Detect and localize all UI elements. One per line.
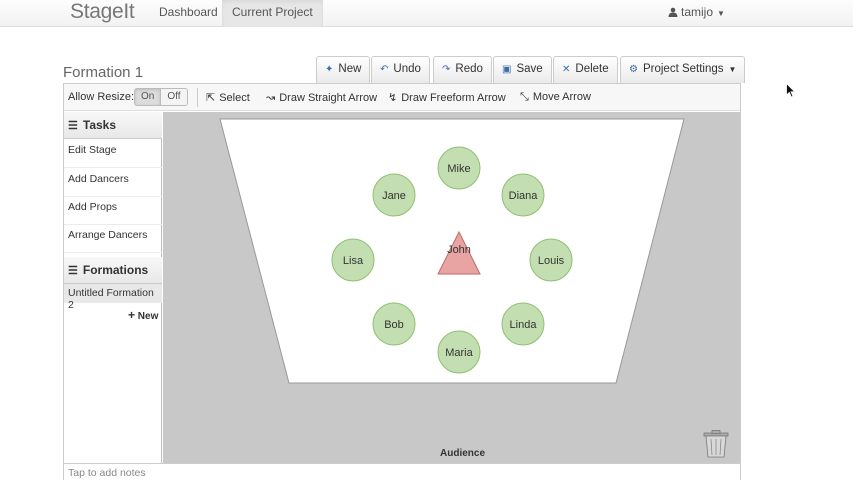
dancer-maria[interactable]: Maria: [437, 330, 481, 374]
dancer-name: Linda: [510, 319, 538, 331]
save-icon: ▣: [502, 64, 512, 75]
save-button[interactable]: ▣ Save: [493, 56, 552, 83]
task-add-dancers[interactable]: Add Dancers: [64, 169, 162, 197]
freeform-arrow-icon: ↯: [388, 92, 398, 104]
move-arrow-tool[interactable]: ⤡ Move Arrow: [520, 91, 591, 104]
tasks-header: ☰ Tasks: [64, 112, 162, 139]
dancer-diana[interactable]: Diana: [501, 173, 545, 217]
move-arrow-icon: ⤡: [520, 91, 529, 103]
select-label: Select: [219, 92, 250, 104]
user-name: tamijo: [681, 5, 714, 19]
notes-field[interactable]: Tap to add notes: [64, 463, 740, 480]
tasks-header-label: Tasks: [82, 118, 117, 132]
dancer-name: Jane: [382, 190, 406, 202]
user-icon: [668, 7, 678, 17]
toolbar-divider: [197, 88, 198, 107]
task-add-props[interactable]: Add Props: [64, 197, 162, 225]
redo-button[interactable]: ↷ Redo: [433, 56, 492, 83]
delete-label: Delete: [575, 63, 609, 75]
dancer-bob[interactable]: Bob: [372, 302, 416, 346]
editor-panel: Allow Resize: On Off ⇱ Select ↝ Draw Strai…: [63, 83, 741, 480]
chevron-down-icon: ▼: [728, 65, 737, 74]
allow-resize-label: Allow Resize:: [68, 91, 135, 103]
formations-header: ☰ Formations: [64, 257, 162, 284]
user-menu[interactable]: tamijo ▼: [668, 0, 725, 24]
select-tool[interactable]: ⇱ Select: [206, 91, 250, 104]
plus-icon: +: [128, 308, 136, 322]
navbar: StageIt Dashboard Current Project tamijo…: [0, 0, 853, 27]
formation-item[interactable]: Untitled Formation 2: [64, 284, 162, 311]
plus-icon: ✦: [325, 64, 334, 75]
task-arrange-dancers[interactable]: Arrange Dancers: [64, 225, 162, 253]
straight-arrow-icon: ↝: [266, 92, 276, 104]
formation-title[interactable]: Formation 1: [63, 64, 143, 81]
audience-label: Audience: [440, 448, 486, 459]
brand-logo[interactable]: StageIt: [70, 0, 135, 24]
resize-toggle[interactable]: On Off: [134, 88, 188, 106]
dancer-name: Mike: [447, 163, 470, 175]
chevron-down-icon: ▼: [717, 9, 725, 18]
list-icon: ☰: [68, 120, 78, 132]
nav-current-project[interactable]: Current Project: [222, 0, 323, 27]
gear-icon: ⚙: [629, 64, 638, 75]
stage-area[interactable]: Mike Jane Diana Lisa John Louis Bob Linda Maria …: [163, 112, 740, 463]
straight-arrow-label: Draw Straight Arrow: [279, 92, 378, 104]
close-icon: ✕: [562, 64, 571, 75]
new-button[interactable]: ✦ New: [316, 56, 371, 83]
dancer-name: Maria: [445, 347, 473, 359]
undo-icon: ↶: [380, 64, 389, 75]
dancer-linda[interactable]: Linda: [501, 302, 545, 346]
formations-header-label: Formations: [82, 263, 149, 277]
dancer-mike[interactable]: Mike: [437, 146, 481, 190]
dancer-lisa[interactable]: Lisa: [331, 238, 375, 282]
mouse-cursor-icon: [786, 83, 796, 98]
dancer-jane[interactable]: Jane: [372, 173, 416, 217]
list-icon: ☰: [68, 265, 78, 277]
sidebar: ☰ Tasks Edit Stage Add Dancers Add Props …: [64, 112, 162, 463]
settings-label: Project Settings: [642, 63, 724, 75]
pointer-icon: ⇱: [206, 92, 216, 104]
new-formation-button[interactable]: + New: [128, 308, 158, 322]
new-label: New: [338, 63, 362, 75]
freeform-arrow-label: Draw Freeform Arrow: [401, 92, 506, 104]
dancer-name: Diana: [509, 190, 539, 202]
undo-label: Undo: [393, 63, 421, 75]
project-settings-button[interactable]: ⚙ Project Settings ▼: [620, 56, 746, 83]
freeform-arrow-tool[interactable]: ↯ Draw Freeform Arrow: [388, 91, 506, 104]
task-edit-stage[interactable]: Edit Stage: [64, 140, 162, 168]
resize-off-option[interactable]: Off: [161, 89, 187, 105]
undo-button[interactable]: ↶ Undo: [371, 56, 430, 83]
trash-icon[interactable]: [703, 430, 729, 458]
save-label: Save: [516, 63, 543, 75]
dancer-name: Bob: [384, 319, 404, 331]
redo-icon: ↷: [442, 64, 451, 75]
move-arrow-label: Move Arrow: [532, 91, 591, 103]
dancer-name: Louis: [538, 255, 565, 267]
new-formation-label: New: [137, 311, 159, 322]
resize-on-option[interactable]: On: [135, 89, 162, 105]
dancer-louis[interactable]: Louis: [529, 238, 573, 282]
straight-arrow-tool[interactable]: ↝ Draw Straight Arrow: [266, 91, 377, 104]
tool-row: Allow Resize: On Off ⇱ Select ↝ Draw Strai…: [64, 84, 740, 111]
redo-label: Redo: [455, 63, 483, 75]
stage-canvas[interactable]: Mike Jane Diana Lisa John Louis Bob Linda Maria: [163, 112, 740, 463]
nav-dashboard[interactable]: Dashboard: [149, 0, 228, 27]
delete-button[interactable]: ✕ Delete: [553, 56, 618, 83]
dancer-name: John: [447, 244, 471, 256]
dancer-name: Lisa: [343, 255, 364, 267]
